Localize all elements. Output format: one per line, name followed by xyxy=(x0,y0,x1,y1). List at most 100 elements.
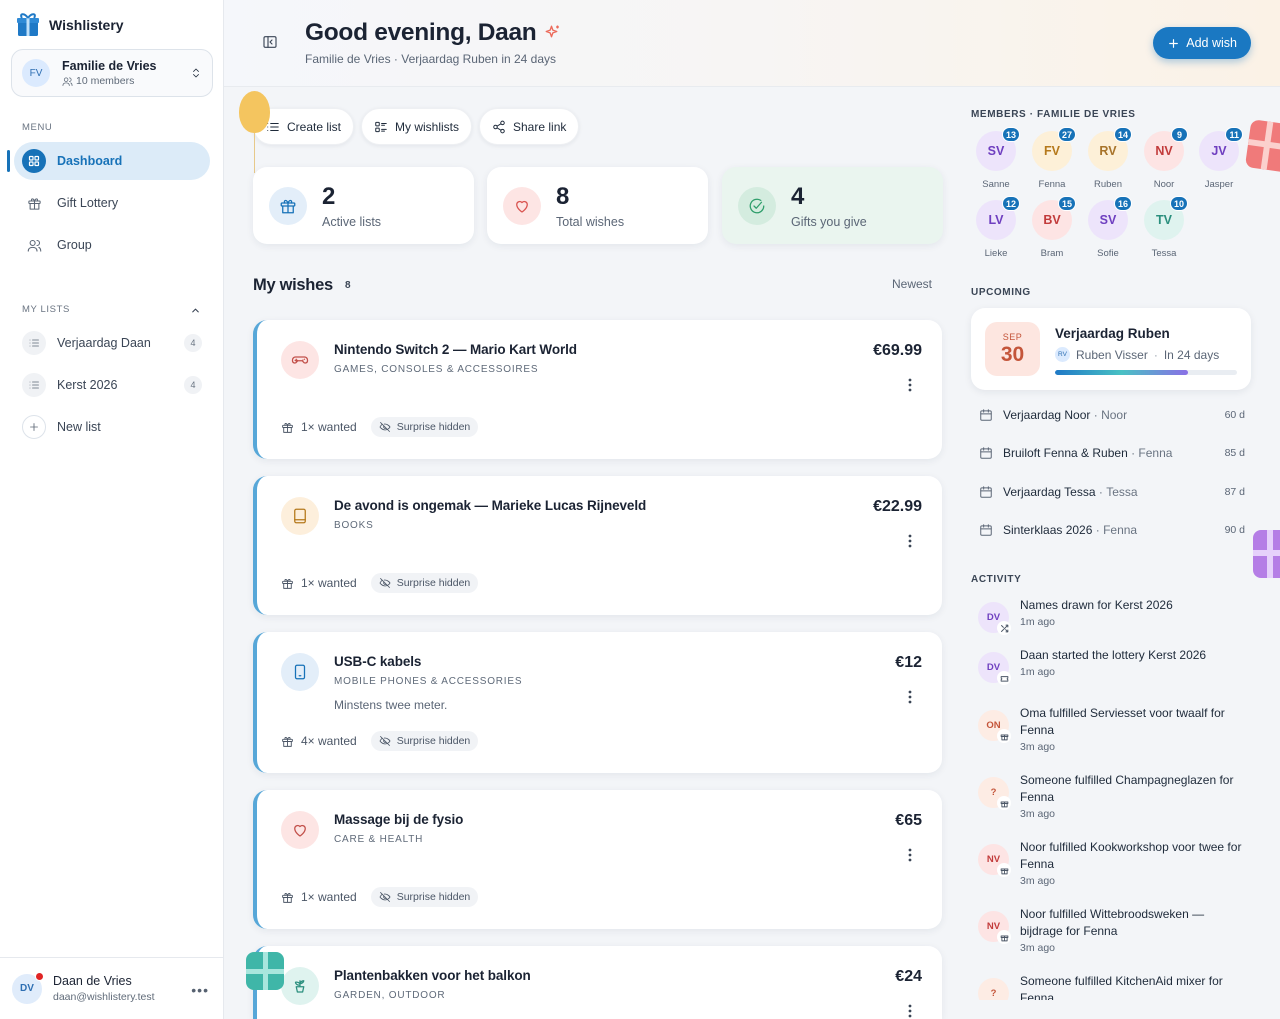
new-list-button[interactable]: New list xyxy=(14,408,210,446)
more-vertical-icon[interactable] xyxy=(908,690,912,704)
sidebar: Wishlistery FV Familie de Vries 10 membe… xyxy=(0,0,224,1019)
members-label: MEMBERS · FAMILIE DE VRIES xyxy=(971,109,1136,120)
avatar: ? xyxy=(978,978,1009,1000)
wish-category: GARDEN, OUTDOOR xyxy=(334,990,446,1001)
avatar-initials: BV xyxy=(1043,213,1061,227)
brand[interactable]: Wishlistery xyxy=(16,12,124,38)
event-days: 85 d xyxy=(1224,447,1245,459)
chevron-up-icon[interactable] xyxy=(190,305,201,316)
list-item-kerst-2026[interactable]: Kerst 2026 4 xyxy=(14,366,210,404)
wish-card[interactable]: USB-C kabels MOBILE PHONES & ACCESSORIES… xyxy=(253,632,942,773)
eye-off-icon xyxy=(379,735,391,747)
calendar-icon xyxy=(979,485,993,499)
wish-card[interactable]: Massage bij de fysio CARE & HEALTH €65 1… xyxy=(253,790,942,929)
member-bram[interactable]: BV 15 Bram xyxy=(1027,196,1077,259)
more-vertical-icon[interactable] xyxy=(908,848,912,862)
calendar-icon xyxy=(979,408,993,422)
stat-label: Active lists xyxy=(322,214,382,229)
gift-icon xyxy=(281,421,294,434)
surprise-hidden-badge: Surprise hidden xyxy=(370,573,479,593)
my-wishlists-label: My wishlists xyxy=(395,119,460,134)
activity-time: 1m ago xyxy=(1020,616,1056,628)
gift-icon xyxy=(997,863,1011,877)
wish-card[interactable]: De avond is ongemak — Marieke Lucas Rijn… xyxy=(253,476,942,615)
app-name: Wishlistery xyxy=(49,17,124,33)
member-lieke[interactable]: LV 12 Lieke xyxy=(971,196,1021,259)
avatar: DV xyxy=(978,602,1011,635)
event-title: Verjaardag Noor xyxy=(1003,408,1091,422)
wish-card[interactable]: Plantenbakken voor het balkon GARDEN, OU… xyxy=(253,946,942,1019)
member-sofie[interactable]: SV 16 Sofie xyxy=(1083,196,1133,259)
activity-text: Oma fulfilled Serviesset voor twaalf for… xyxy=(1020,706,1225,737)
gift-icon xyxy=(269,186,307,225)
wish-price: €65 xyxy=(895,812,922,829)
share-icon xyxy=(492,120,506,134)
activity-text: Noor fulfilled Wittebroodsweken — bijdra… xyxy=(1020,907,1205,938)
nav-dashboard[interactable]: Dashboard xyxy=(14,142,210,180)
eye-off-icon xyxy=(379,421,391,433)
gamepad-icon xyxy=(281,341,319,379)
my-wishlists-button[interactable]: My wishlists xyxy=(361,108,473,145)
nav-group[interactable]: Group xyxy=(14,226,210,264)
list-label: Kerst 2026 xyxy=(57,378,118,392)
activity-text: Someone fulfilled Champagneglazen for Fe… xyxy=(1020,773,1234,804)
event-item[interactable]: Sinterklaas 2026 · Fenna 90 d xyxy=(979,523,1245,537)
menu-label: MENU xyxy=(22,122,53,133)
sort-dropdown[interactable]: Newest xyxy=(892,277,932,291)
wish-count-badge: 9 xyxy=(1171,127,1188,142)
event-days: 60 d xyxy=(1224,409,1245,421)
wish-title: Nintendo Switch 2 — Mario Kart World xyxy=(334,342,577,357)
sidebar-toggle-icon[interactable] xyxy=(262,34,278,50)
avatar: RV xyxy=(1055,347,1070,362)
member-noor[interactable]: NV 9 Noor xyxy=(1139,127,1189,190)
avatar: DV xyxy=(12,971,44,1004)
user-profile[interactable]: DV Daan de Vries daan@wishlistery.test •… xyxy=(0,957,223,1019)
avatar: DV xyxy=(978,652,1011,685)
activity-label: ACTIVITY xyxy=(971,574,1022,585)
wish-count-badge: 10 xyxy=(1169,196,1188,211)
gift-icon xyxy=(281,891,294,904)
avatar: NV 9 xyxy=(1144,127,1188,171)
gift-decoration xyxy=(1244,119,1280,173)
list-item-verjaardag-daan[interactable]: Verjaardag Daan 4 xyxy=(14,324,210,362)
event-item[interactable]: Verjaardag Noor · Noor 60 d xyxy=(979,408,1245,422)
share-link-label: Share link xyxy=(513,119,567,134)
member-fenna[interactable]: FV 27 Fenna xyxy=(1027,127,1077,190)
plus-icon xyxy=(22,415,46,439)
countdown-progress xyxy=(1055,370,1237,375)
nav-label: Group xyxy=(57,238,92,252)
member-name: Fenna xyxy=(1038,179,1066,190)
more-vertical-icon[interactable] xyxy=(908,534,912,548)
upcoming-featured-card[interactable]: SEP 30 Verjaardag Ruben RV Ruben Visser … xyxy=(971,308,1251,390)
avatar: SV 13 xyxy=(976,127,1020,171)
event-item[interactable]: Bruiloft Fenna & Ruben · Fenna 85 d xyxy=(979,446,1245,460)
group-selector[interactable]: FV Familie de Vries 10 members xyxy=(11,49,213,97)
member-name: Noor xyxy=(1153,179,1175,190)
member-tessa[interactable]: TV 10 Tessa xyxy=(1139,196,1189,259)
avatar: ON xyxy=(978,710,1011,743)
gift-icon xyxy=(22,191,46,215)
create-list-label: Create list xyxy=(287,119,342,134)
wish-card[interactable]: Nintendo Switch 2 — Mario Kart World GAM… xyxy=(253,320,942,459)
stat-label: Gifts you give xyxy=(791,214,867,229)
wish-price: €12 xyxy=(895,654,922,671)
member-ruben[interactable]: RV 14 Ruben xyxy=(1083,127,1133,190)
avatar-initials: FV xyxy=(1044,144,1060,158)
progress-fill xyxy=(1055,370,1188,375)
member-sanne[interactable]: SV 13 Sanne xyxy=(971,127,1021,190)
event-title: Verjaardag Tessa xyxy=(1003,485,1096,499)
more-icon[interactable]: ••• xyxy=(191,982,209,998)
date-badge: SEP 30 xyxy=(985,322,1040,376)
nav-gift-lottery[interactable]: Gift Lottery xyxy=(14,184,210,222)
more-vertical-icon[interactable] xyxy=(908,1004,912,1018)
event-item[interactable]: Verjaardag Tessa · Tessa 87 d xyxy=(979,485,1245,499)
add-wish-button[interactable]: Add wish xyxy=(1153,27,1251,59)
member-jasper[interactable]: JV 11 Jasper xyxy=(1194,127,1244,190)
calendar-icon xyxy=(979,446,993,460)
user-email: daan@wishlistery.test xyxy=(53,991,155,1003)
list-count: 4 xyxy=(184,334,202,352)
share-link-button[interactable]: Share link xyxy=(479,108,580,145)
more-vertical-icon[interactable] xyxy=(908,378,912,392)
list-icon xyxy=(22,373,46,397)
surprise-hidden-badge: Surprise hidden xyxy=(370,417,479,437)
